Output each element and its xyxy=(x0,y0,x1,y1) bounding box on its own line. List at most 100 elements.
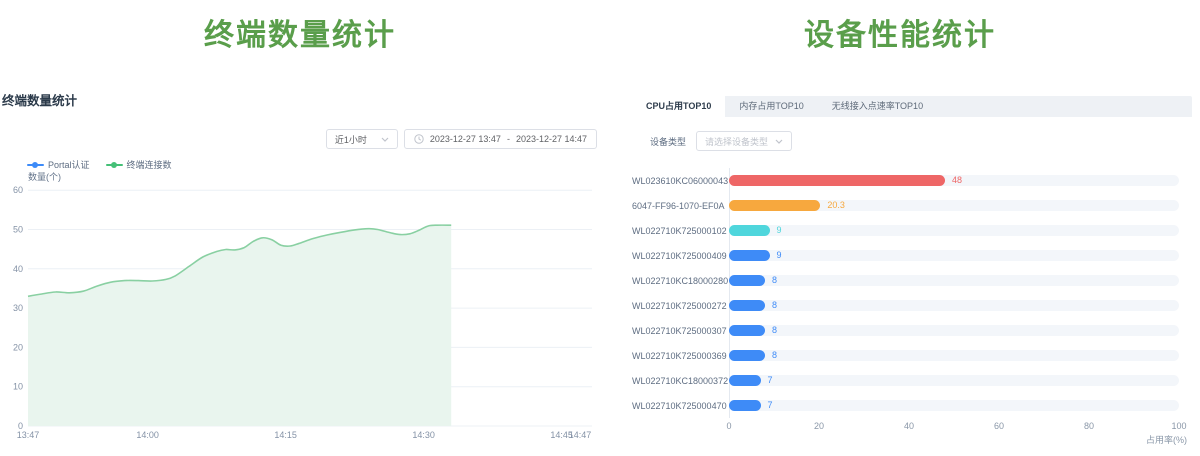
svg-text:20: 20 xyxy=(13,342,23,352)
terminal-section-heading: 终端数量统计 xyxy=(0,10,600,54)
cpu-top10-bar-chart: WL023610KC06000043 48 6047-FF96-1070-EF0A 2… xyxy=(632,168,1192,446)
bar-label: WL022710KC18000280 xyxy=(632,276,717,286)
bar-track: 7 xyxy=(729,375,1179,386)
bar-label: WL022710K725000272 xyxy=(632,301,717,311)
bar-row-1: 6047-FF96-1070-EF0A 20.3 xyxy=(632,193,1192,218)
bar-value-label: 8 xyxy=(772,275,777,286)
bar-track: 48 xyxy=(729,175,1179,186)
bar-label: WL022710K725000102 xyxy=(632,226,717,236)
terminal-area-chart: 数量(个) 0102030405060 13:4714:0014:1514:30… xyxy=(0,168,600,453)
bar-track: 9 xyxy=(729,225,1179,236)
bar-value-label: 9 xyxy=(777,225,782,236)
bar[interactable] xyxy=(729,325,765,336)
svg-text:14:30: 14:30 xyxy=(412,430,435,440)
bar-label: WL022710K725000307 xyxy=(632,326,717,336)
bar[interactable] xyxy=(729,250,770,261)
bar-value-label: 8 xyxy=(772,350,777,361)
bar[interactable] xyxy=(729,300,765,311)
bar[interactable] xyxy=(729,400,761,411)
bar-track: 7 xyxy=(729,400,1179,411)
device-type-select[interactable]: 请选择设备类型 xyxy=(696,131,792,151)
terminal-stats-section: 终端数量统计 终端数量统计 近1小时 2023-12-27 13:47 - 20… xyxy=(0,0,600,456)
bar-value-label: 8 xyxy=(772,325,777,336)
time-range-value: 近1小时 xyxy=(335,133,367,146)
chart-controls: 近1小时 2023-12-27 13:47 - 2023-12-27 14:47 xyxy=(326,129,597,149)
x-tick-label: 60 xyxy=(994,421,1004,431)
chevron-down-icon xyxy=(775,139,783,144)
device-type-label: 设备类型 xyxy=(650,135,686,148)
bar-value-label: 48 xyxy=(952,175,962,186)
clock-icon xyxy=(414,134,424,144)
bar-row-7: WL022710K725000369 8 xyxy=(632,343,1192,368)
date-range-separator: - xyxy=(507,134,510,144)
terminal-card-title: 终端数量统计 xyxy=(2,90,77,109)
bar-label: WL022710K725000369 xyxy=(632,351,717,361)
legend-dot xyxy=(32,162,38,168)
tab-2[interactable]: 无线接入点速率TOP10 xyxy=(818,96,937,117)
x-tick-label: 100 xyxy=(1171,421,1186,431)
date-range-end: 2023-12-27 14:47 xyxy=(516,134,587,144)
performance-section: 设备性能统计 CPU占用TOP10内存占用TOP10无线接入点速率TOP10 设… xyxy=(600,0,1200,456)
svg-text:14:15: 14:15 xyxy=(274,430,297,440)
device-type-filter: 设备类型 请选择设备类型 xyxy=(632,131,1192,151)
bar-label: WL022710K725000409 xyxy=(632,251,717,261)
x-tick-label: 20 xyxy=(814,421,824,431)
bar-track: 8 xyxy=(729,300,1179,311)
svg-text:14:00: 14:00 xyxy=(136,430,159,440)
bar-row-8: WL022710KC18000372 7 xyxy=(632,368,1192,393)
bar[interactable] xyxy=(729,200,820,211)
bar[interactable] xyxy=(729,275,765,286)
x-tick-label: 80 xyxy=(1084,421,1094,431)
performance-section-heading: 设备性能统计 xyxy=(600,10,1200,54)
tab-1[interactable]: 内存占用TOP10 xyxy=(725,96,817,117)
dashboard: 终端数量统计 终端数量统计 近1小时 2023-12-27 13:47 - 20… xyxy=(0,0,1200,456)
svg-text:10: 10 xyxy=(13,382,23,392)
bar-track: 20.3 xyxy=(729,200,1179,211)
svg-text:40: 40 xyxy=(13,264,23,274)
y-axis-title: 数量(个) xyxy=(28,171,61,182)
x-axis-title: 占用率(%) xyxy=(729,433,1187,446)
performance-tabs: CPU占用TOP10内存占用TOP10无线接入点速率TOP10 xyxy=(632,96,1192,117)
bar[interactable] xyxy=(729,225,770,236)
bar-value-label: 7 xyxy=(768,375,773,386)
date-range-picker[interactable]: 2023-12-27 13:47 - 2023-12-27 14:47 xyxy=(404,129,597,149)
bar-row-3: WL022710K725000409 9 xyxy=(632,243,1192,268)
bar-row-0: WL023610KC06000043 48 xyxy=(632,168,1192,193)
date-range-start: 2023-12-27 13:47 xyxy=(430,134,501,144)
bar-track: 9 xyxy=(729,250,1179,261)
chevron-down-icon xyxy=(381,137,389,142)
bar-rows: WL023610KC06000043 48 6047-FF96-1070-EF0A 2… xyxy=(632,168,1192,418)
bar[interactable] xyxy=(729,175,945,186)
bar-track: 8 xyxy=(729,350,1179,361)
x-tick-label: 40 xyxy=(904,421,914,431)
bar-row-5: WL022710K725000272 8 xyxy=(632,293,1192,318)
bar[interactable] xyxy=(729,350,765,361)
bar-row-2: WL022710K725000102 9 xyxy=(632,218,1192,243)
x-tick-label: 0 xyxy=(726,421,731,431)
performance-card: CPU占用TOP10内存占用TOP10无线接入点速率TOP10 设备类型 请选择… xyxy=(632,96,1192,446)
bar-row-4: WL022710KC18000280 8 xyxy=(632,268,1192,293)
tab-0[interactable]: CPU占用TOP10 xyxy=(632,96,725,117)
svg-text:14:47: 14:47 xyxy=(569,430,592,440)
time-range-select[interactable]: 近1小时 xyxy=(326,129,398,149)
bar-label: 6047-FF96-1070-EF0A xyxy=(632,201,717,211)
bar[interactable] xyxy=(729,375,761,386)
bar-value-label: 9 xyxy=(777,250,782,261)
bar-label: WL022710K725000470 xyxy=(632,401,717,411)
legend-dot xyxy=(111,162,117,168)
bar-value-label: 20.3 xyxy=(827,200,845,211)
device-type-placeholder: 请选择设备类型 xyxy=(705,135,768,148)
bar-label: WL022710KC18000372 xyxy=(632,376,717,386)
bar-x-ticks: 020406080100 xyxy=(729,418,1179,432)
svg-text:50: 50 xyxy=(13,225,23,235)
bar-track: 8 xyxy=(729,325,1179,336)
svg-text:13:47: 13:47 xyxy=(17,430,40,440)
svg-text:60: 60 xyxy=(13,185,23,195)
bar-value-label: 7 xyxy=(768,400,773,411)
bar-track: 8 xyxy=(729,275,1179,286)
svg-text:30: 30 xyxy=(13,303,23,313)
bar-row-6: WL022710K725000307 8 xyxy=(632,318,1192,343)
bar-row-9: WL022710K725000470 7 xyxy=(632,393,1192,418)
bar-label: WL023610KC06000043 xyxy=(632,176,717,186)
bar-value-label: 8 xyxy=(772,300,777,311)
